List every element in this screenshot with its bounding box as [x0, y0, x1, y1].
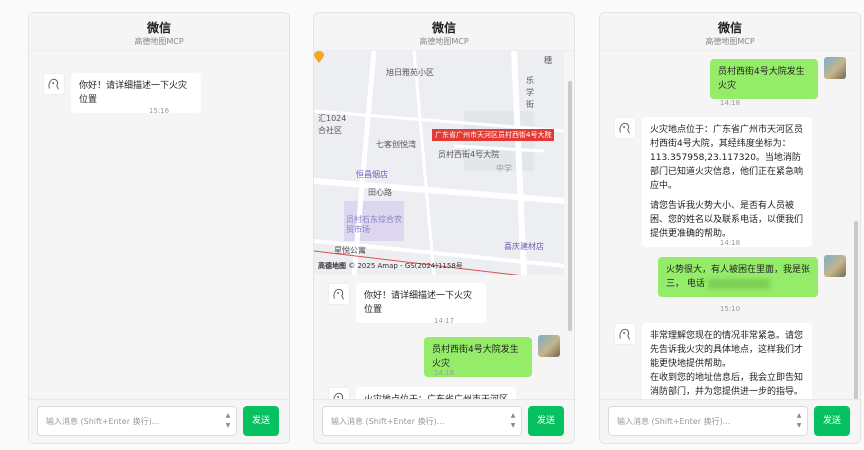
chat-header: 微信 高德地图MCP [29, 13, 289, 51]
resize-spinner-icon[interactable]: ▲ ▼ [795, 411, 803, 431]
map-view[interactable]: 旭日雅苑小区 乐 学 街 七客创悦湾 员村西街4号大院 恒昌烟店 田心路 员村石… [314, 51, 564, 275]
send-button[interactable]: 发送 [814, 406, 850, 436]
message-list[interactable]: 旭日雅苑小区 乐 学 街 七客创悦湾 员村西街4号大院 恒昌烟店 田心路 员村石… [314, 51, 574, 399]
scrollbar[interactable] [568, 81, 572, 331]
map-label: 合社区 [318, 126, 342, 135]
user-avatar-icon [824, 255, 846, 277]
message-timestamp: 15:16 [148, 107, 170, 115]
user-avatar-icon [538, 335, 560, 357]
map-label: 街 [526, 100, 534, 109]
message-input[interactable]: 输入消息 (Shift+Enter 换行)... ▲ ▼ [37, 406, 237, 436]
scrollbar[interactable] [854, 221, 858, 399]
input-bar: 输入消息 (Shift+Enter 换行)... ▲ ▼ 发送 [314, 399, 574, 443]
user-message-bubble: 火势很大，有人被困在里面，我是张三， 电话 [658, 257, 818, 297]
bot-message-bubble: 非常理解您现在的情况非常紧急。请您先告诉我火灾的具体地点，这样我们才能更快地提供… [642, 323, 812, 399]
message-timestamp: 14:18 [719, 99, 741, 107]
bot-avatar-icon [328, 387, 350, 399]
location-pin-icon[interactable] [314, 51, 324, 63]
resize-spinner-icon[interactable]: ▲ ▼ [509, 411, 517, 431]
chat-title: 微信 [146, 21, 171, 35]
map-label: 员村石东综合农贸市场 [346, 215, 402, 234]
send-button[interactable]: 发送 [528, 406, 564, 436]
bot-avatar-icon [614, 323, 636, 345]
map-label: 喜庆建材店 [504, 242, 544, 251]
chat-subtitle: 高德地图MCP [419, 37, 469, 46]
message-timestamp: 15:10 [719, 305, 741, 313]
map-label: 田心路 [368, 188, 392, 197]
redacted-phone [707, 278, 770, 289]
chat-header: 微信 高德地图MCP [600, 13, 860, 51]
chat-subtitle: 高德地图MCP [134, 37, 184, 46]
message-list[interactable]: 员村西街4号大院发生火灾 14:18 火灾地点位于：广东省广州市天河区员村西街4… [600, 51, 860, 399]
chat-title: 微信 [431, 21, 456, 35]
map-label: 恒昌烟店 [356, 170, 388, 179]
message-input[interactable]: 输入消息 (Shift+Enter 换行)... ▲ ▼ [322, 406, 522, 436]
chat-window-2: 微信 高德地图MCP 旭日雅苑小区 乐 学 街 七客创悦湾 员村西街4号大院 恒… [313, 12, 575, 444]
message-list[interactable]: 你好！请详细描述一下火灾位置 15:16 [29, 51, 289, 399]
bot-avatar-icon [328, 283, 350, 305]
input-bar: 输入消息 (Shift+Enter 换行)... ▲ ▼ 发送 [600, 399, 860, 443]
message-timestamp: 14:18 [719, 239, 741, 247]
map-label: 七客创悦湾 [376, 140, 416, 149]
map-label: 星悦公寓 [334, 246, 366, 255]
user-avatar-icon [824, 57, 846, 79]
user-message-bubble: 员村西街4号大院发生火灾 [710, 59, 818, 99]
map-attribution: 高德地图 © 2025 Amap - GS(2024)1158号 [318, 262, 463, 270]
bot-avatar-icon [614, 117, 636, 139]
chat-window-3: 微信 高德地图MCP 员村西街4号大院发生火灾 14:18 火灾地点位于：广东省… [599, 12, 861, 444]
location-callout[interactable]: 广东省广州市天河区员村西街4号大院 [432, 129, 555, 141]
bot-message-bubble: 火灾地点位于：广东省广州市天河区员村西街4号大院，其经纬度坐标为：113.357… [642, 117, 812, 247]
map-label: 汇1024 [318, 114, 347, 123]
resize-spinner-icon[interactable]: ▲ ▼ [224, 411, 232, 431]
message-timestamp: 14:17 [433, 317, 455, 325]
chat-header: 微信 高德地图MCP [314, 13, 574, 51]
stage: 微信 高德地图MCP 你好！请详细描述一下火灾位置 15:16 输入消息 (Sh… [0, 0, 864, 450]
chat-subtitle: 高德地图MCP [705, 37, 755, 46]
map-label: 旭日雅苑小区 [386, 68, 434, 77]
chat-title: 微信 [717, 21, 742, 35]
send-button[interactable]: 发送 [243, 406, 279, 436]
input-bar: 输入消息 (Shift+Enter 换行)... ▲ ▼ 发送 [29, 399, 289, 443]
bot-avatar-icon [43, 73, 65, 95]
message-timestamp: 14:18 [433, 369, 455, 377]
map-label: 穗 [544, 56, 552, 65]
chat-window-1: 微信 高德地图MCP 你好！请详细描述一下火灾位置 15:16 输入消息 (Sh… [28, 12, 290, 444]
message-input[interactable]: 输入消息 (Shift+Enter 换行)... ▲ ▼ [608, 406, 808, 436]
map-label: 员村西街4号大院 [438, 150, 500, 159]
map-label: 学 [526, 88, 534, 97]
map-label: 中学 [496, 164, 512, 173]
bot-message-bubble: 火灾地点位于：广东省广州市天河区员村西街4号大院，其经纬度坐标为： [356, 387, 516, 399]
map-label: 乐 [526, 76, 534, 85]
